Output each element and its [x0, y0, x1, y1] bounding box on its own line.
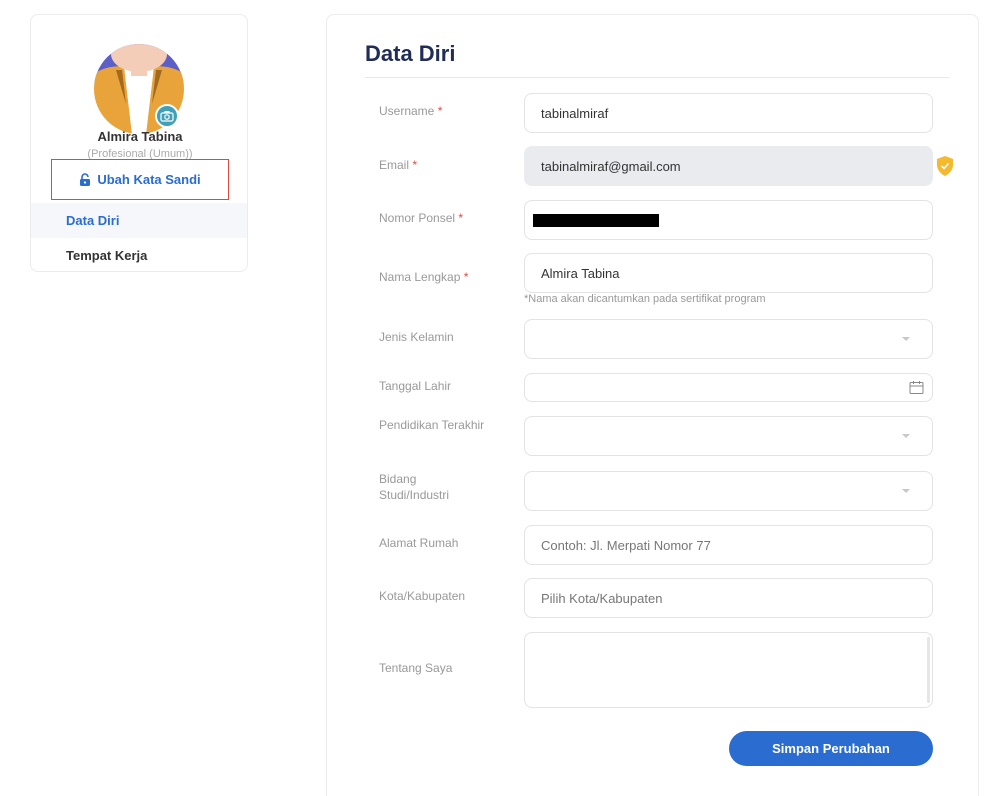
address-input[interactable]: Contoh: Jl. Merpati Nomor 77 — [524, 525, 933, 565]
about-label: Tentang Saya — [379, 661, 453, 675]
chevron-down-icon — [902, 434, 910, 438]
menu-item-tempat-kerja[interactable]: Tempat Kerja — [31, 238, 247, 273]
birthdate-input[interactable] — [524, 373, 933, 402]
fullname-hint: *Nama akan dicantumkan pada sertifikat p… — [524, 293, 766, 305]
lock-icon — [80, 173, 91, 186]
phone-input[interactable] — [524, 200, 933, 240]
save-button[interactable]: Simpan Perubahan — [729, 731, 933, 766]
change-photo-button[interactable] — [155, 104, 179, 128]
chevron-down-icon — [902, 337, 910, 341]
textarea-scrollbar[interactable] — [927, 637, 930, 703]
camera-icon — [160, 111, 174, 122]
field-of-study-select[interactable] — [524, 471, 933, 511]
page-title: Data Diri — [365, 41, 456, 66]
change-password-label: Ubah Kata Sandi — [97, 172, 201, 187]
redacted-phone — [533, 213, 659, 227]
phone-label: Nomor Ponsel * — [379, 211, 464, 225]
education-select[interactable] — [524, 416, 933, 456]
email-label: Email * — [379, 158, 418, 172]
menu-item-data-diri[interactable]: Data Diri — [31, 203, 247, 238]
title-divider — [365, 77, 949, 78]
education-label: Pendidikan Terakhir — [379, 418, 485, 432]
city-label: Kota/Kabupaten — [379, 589, 466, 603]
fullname-label: Nama Lengkap * — [379, 270, 469, 284]
address-label: Alamat Rumah — [379, 536, 459, 550]
field-of-study-label: Bidang Studi/Industri — [379, 472, 450, 502]
gender-label: Jenis Kelamin — [379, 330, 454, 344]
username-input[interactable]: tabinalmiraf — [524, 93, 933, 133]
profile-name: Almira Tabina — [97, 129, 183, 144]
birthdate-label: Tanggal Lahir — [379, 379, 452, 393]
profile-form: Data Diri Username * tabinalmiraf Email … — [326, 14, 979, 796]
chevron-down-icon — [902, 489, 910, 493]
gender-select[interactable] — [524, 319, 933, 359]
about-textarea[interactable] — [524, 632, 933, 708]
email-input[interactable]: tabinalmiraf@gmail.com — [524, 146, 933, 186]
calendar-icon[interactable] — [909, 380, 924, 395]
profile-sidebar: Almira Tabina (Profesional (Umum)) Ubah … — [30, 14, 248, 272]
fullname-input[interactable]: Almira Tabina — [524, 253, 933, 293]
city-input[interactable]: Pilih Kota/Kabupaten — [524, 578, 933, 618]
change-password-button[interactable]: Ubah Kata Sandi — [51, 159, 229, 200]
profile-page: Almira Tabina (Profesional (Umum)) Ubah … — [0, 0, 986, 796]
username-label: Username * — [379, 104, 443, 118]
shield-check-icon — [937, 156, 953, 176]
